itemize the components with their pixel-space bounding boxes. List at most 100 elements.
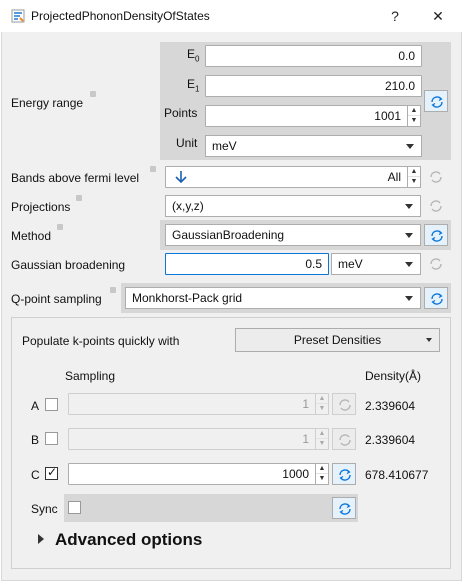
sync-icon xyxy=(430,258,442,270)
bands-value: All xyxy=(387,170,401,184)
sync-label: Sync xyxy=(31,502,58,516)
method-sync-button[interactable] xyxy=(424,224,448,246)
axis-a-sync-button[interactable] xyxy=(332,393,356,415)
axis-b-density: 2.339604 xyxy=(365,433,416,447)
spin-up-icon[interactable]: ▲ xyxy=(316,429,328,439)
energy-sync-button[interactable] xyxy=(424,90,448,112)
checkmark-icon: ✓ xyxy=(47,465,58,479)
info-icon[interactable] xyxy=(110,287,116,293)
axis-c-input[interactable]: 1000 xyxy=(68,463,316,485)
bands-sync-button[interactable] xyxy=(424,166,448,188)
sync-icon xyxy=(430,200,442,212)
energy-range-label: Energy range xyxy=(11,96,84,110)
info-icon[interactable] xyxy=(57,224,63,230)
title-bar: ProjectedPhononDensityOfStates ? ✕ xyxy=(0,0,463,32)
points-input[interactable]: 1001 xyxy=(205,105,408,127)
axis-a-label: A xyxy=(31,399,40,413)
sync-icon xyxy=(339,434,351,446)
qpoint-sampling-value: Monkhorst-Pack grid xyxy=(132,291,243,305)
spin-up-icon[interactable]: ▲ xyxy=(408,106,420,116)
sampling-header: Sampling xyxy=(65,369,116,383)
axis-a-input[interactable]: 1 xyxy=(68,393,316,415)
spin-up-icon[interactable]: ▲ xyxy=(316,464,328,474)
axis-b-spinner[interactable]: ▲ ▼ xyxy=(315,428,329,450)
sync-icon xyxy=(431,230,443,242)
projections-select[interactable]: (x,y,z) xyxy=(165,195,421,217)
e1-label: E1 xyxy=(187,77,200,94)
gaussian-unit-select[interactable]: meV xyxy=(331,253,421,275)
projections-sync-button[interactable] xyxy=(424,195,448,217)
gaussian-broadening-label: Gaussian broadening xyxy=(11,258,126,272)
axis-b-label: B xyxy=(31,433,40,447)
axis-c-density: 678.410677 xyxy=(365,468,429,482)
bands-input[interactable]: All xyxy=(165,166,408,188)
spin-down-icon[interactable]: ▼ xyxy=(408,177,420,187)
axis-b-input[interactable]: 1 xyxy=(68,428,316,450)
spin-down-icon[interactable]: ▼ xyxy=(316,439,328,449)
sync-checkbox[interactable] xyxy=(68,501,81,514)
preset-densities-button[interactable]: Preset Densities xyxy=(235,328,440,352)
gaussian-sync-button[interactable] xyxy=(424,253,448,275)
qpoint-sampling-select[interactable]: Monkhorst-Pack grid xyxy=(125,287,421,309)
gaussian-broadening-input[interactable]: 0.5 xyxy=(165,253,329,275)
gaussian-unit-value: meV xyxy=(338,257,363,271)
axis-c-sync-button[interactable] xyxy=(332,463,356,485)
axis-b-sync-button[interactable] xyxy=(332,428,356,450)
spin-up-icon[interactable]: ▲ xyxy=(408,167,420,177)
axis-a-checkbox[interactable] xyxy=(45,398,58,411)
sync-icon xyxy=(339,399,351,411)
spin-down-icon[interactable]: ▼ xyxy=(316,404,328,414)
advanced-options-toggle[interactable]: Advanced options xyxy=(55,530,202,550)
chevron-down-icon xyxy=(405,204,413,209)
app-icon xyxy=(11,9,25,23)
axis-a-spinner[interactable]: ▲ ▼ xyxy=(315,393,329,415)
info-icon[interactable] xyxy=(150,166,156,172)
sync-icon xyxy=(431,293,443,305)
points-label: Points xyxy=(164,106,198,120)
spin-down-icon[interactable]: ▼ xyxy=(316,474,328,484)
chevron-down-icon xyxy=(405,262,413,267)
bands-spinner[interactable]: ▲ ▼ xyxy=(407,166,421,188)
info-icon[interactable] xyxy=(90,91,96,97)
window-title: ProjectedPhononDensityOfStates xyxy=(31,9,210,23)
qpoint-sync-button[interactable] xyxy=(424,287,448,309)
method-select[interactable]: GaussianBroadening xyxy=(165,224,421,246)
chevron-down-icon xyxy=(406,144,414,149)
unit-select[interactable]: meV xyxy=(205,135,422,157)
unit-value: meV xyxy=(212,139,237,153)
e0-input[interactable]: 0.0 xyxy=(205,45,422,67)
chevron-down-icon xyxy=(426,338,432,342)
arrow-down-icon xyxy=(175,171,187,184)
sync-all-button[interactable] xyxy=(332,497,356,519)
axis-c-spinner[interactable]: ▲ ▼ xyxy=(315,463,329,485)
density-header: Density(Å) xyxy=(365,369,422,383)
spin-down-icon[interactable]: ▼ xyxy=(408,116,420,126)
close-button[interactable]: ✕ xyxy=(428,6,448,26)
populate-label: Populate k-points quickly with xyxy=(22,334,180,348)
info-icon[interactable] xyxy=(76,195,82,201)
preset-densities-label: Preset Densities xyxy=(293,333,382,347)
e1-input[interactable]: 210.0 xyxy=(205,75,422,97)
e0-label: E0 xyxy=(187,47,200,64)
axis-b-checkbox[interactable] xyxy=(45,432,58,445)
sync-icon xyxy=(430,171,442,183)
expand-triangle-icon[interactable] xyxy=(38,534,44,544)
method-value: GaussianBroadening xyxy=(172,228,285,242)
sync-icon xyxy=(431,96,443,108)
help-button[interactable]: ? xyxy=(385,6,405,26)
sync-icon xyxy=(339,469,351,481)
method-label: Method xyxy=(11,229,52,243)
axis-c-checkbox[interactable]: ✓ xyxy=(45,465,58,480)
unit-label: Unit xyxy=(176,136,198,150)
chevron-down-icon xyxy=(405,233,413,238)
sync-panel xyxy=(64,494,358,522)
qpoint-sampling-label: Q-point sampling xyxy=(11,292,102,306)
sync-icon xyxy=(339,503,351,515)
projections-value: (x,y,z) xyxy=(172,199,204,213)
chevron-down-icon xyxy=(405,296,413,301)
axis-a-density: 2.339604 xyxy=(365,399,416,413)
spin-up-icon[interactable]: ▲ xyxy=(316,394,328,404)
points-spinner[interactable]: ▲ ▼ xyxy=(407,105,421,127)
axis-c-label: C xyxy=(31,468,40,482)
bands-label: Bands above fermi level xyxy=(11,171,140,185)
